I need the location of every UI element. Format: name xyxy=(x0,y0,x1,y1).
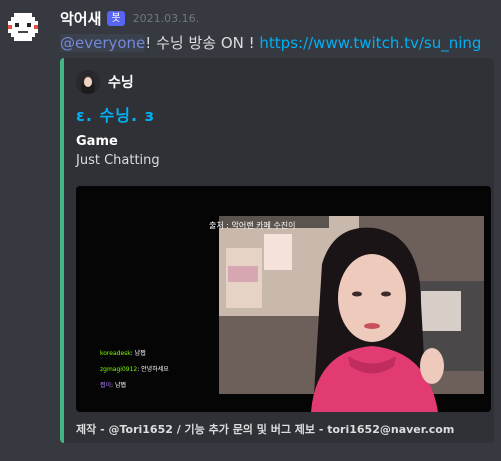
chat-line: 쩝이: 냠쩝 xyxy=(100,378,169,394)
stream-thumbnail[interactable]: 출처 : 악어랜 카페 수진이 koreadesk: 냠쩝 zgmagi0912… xyxy=(76,186,491,412)
field-value: Just Chatting xyxy=(76,153,160,168)
chat-text: : 안녕하세요 xyxy=(137,366,169,373)
embed-footer: 제작 - @Tori1652 / 기능 추가 문의 및 버그 제보 - tori… xyxy=(76,423,455,436)
stream-link[interactable]: https://www.twitch.tv/su_ning xyxy=(259,34,481,52)
bot-avatar[interactable] xyxy=(6,10,40,44)
chat-username: koreadesk xyxy=(100,350,131,357)
stream-chat-overlay: koreadesk: 냠쩝 zgmagi0912: 안녕하세요 쩝이: 냠쩝 xyxy=(100,346,169,394)
chat-message: 악어새 봇 2021.03.16. @everyone! 수닝 방송 ON ! … xyxy=(0,0,501,461)
username[interactable]: 악어새 xyxy=(60,8,101,29)
embed-card: 수닝 ε. 수닝. з Game Just Chatting 출처: 악어랜 … xyxy=(60,58,494,443)
embed-author: 수닝 xyxy=(76,70,134,94)
message-header: 악어새 봇 2021.03.16. xyxy=(60,8,199,28)
everyone-mention[interactable]: @everyone xyxy=(60,34,146,52)
chat-line: zgmagi0912: 안녕하세요 xyxy=(100,362,169,378)
chat-username: 쩝이 xyxy=(100,382,112,389)
embed-title[interactable]: ε. 수닝. з xyxy=(76,102,155,126)
message-text: ! 수닝 방송 ON ! xyxy=(145,34,260,52)
author-avatar[interactable] xyxy=(76,70,100,94)
message-content: @everyone! 수닝 방송 ON ! https://www.twitch… xyxy=(60,32,481,53)
chat-text: : 냠쩝 xyxy=(111,382,127,389)
timestamp: 2021.03.16. xyxy=(132,11,200,25)
field-name: Game xyxy=(76,134,118,149)
chat-text: : 냠쩝 xyxy=(130,350,146,357)
chat-username: zgmagi0912 xyxy=(100,366,138,373)
stream-overlay-text: 출처 : 악어랜 카페 수진이 xyxy=(209,221,296,230)
chat-line: koreadesk: 냠쩝 xyxy=(100,346,169,362)
author-name[interactable]: 수닝 xyxy=(108,72,134,92)
bot-badge: 봇 xyxy=(107,10,125,26)
